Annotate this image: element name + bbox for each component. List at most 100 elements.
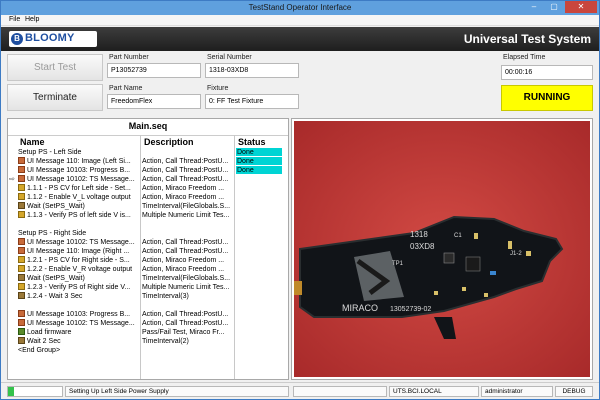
step-name-text: UI Message 10102: TS Message... (27, 176, 135, 183)
step-icon (18, 256, 25, 263)
step-icon (18, 184, 25, 191)
sequence-step-row[interactable]: UI Message 110: Image (Left Si... Action,… (8, 157, 288, 166)
logo-text: BLOOMY (25, 32, 75, 44)
step-name: Setup PS - Left Side (18, 148, 140, 157)
sequence-step-row[interactable]: Wait (SetPS_Wait) TimeInterval(FileGlobal… (8, 202, 288, 211)
sequence-title: Main.seq (128, 121, 168, 131)
sequence-step-row[interactable]: 1.2.1 - PS CV for Right side - S... Actio… (8, 256, 288, 265)
system-title: Universal Test System (463, 32, 591, 46)
serial-number-field[interactable]: 1318-03XD8 (205, 63, 299, 78)
start-test-button[interactable]: Start Test (7, 54, 103, 81)
sequence-step-row[interactable]: ⇨ UI Message 10102: TS Message... Action, … (8, 175, 288, 184)
sequence-step-row[interactable]: 1.2.3 - Verify PS of Right side V... Mult… (8, 283, 288, 292)
step-status (236, 346, 282, 354)
step-name-text: UI Message 10103: Progress B... (27, 167, 131, 174)
sequence-step-row[interactable]: Wait 2 Sec TimeInterval(2) (8, 337, 288, 346)
step-name-text: UI Message 10102: TS Message... (27, 239, 135, 246)
minimize-button[interactable]: – (525, 1, 543, 13)
step-description: Multiple Numeric Limit Tes... (142, 284, 230, 291)
sequence-step-row[interactable]: 1.1.2 - Enable V_L voltage output Action,… (8, 193, 288, 202)
sequence-step-row[interactable]: UI Message 10103: Progress B... Action, C… (8, 310, 288, 319)
step-status (236, 328, 282, 336)
status-bar: Setting Up Left Side Power Supply UTS.BC… (1, 382, 599, 399)
step-description: Action, Call Thread:PostU... (142, 320, 229, 327)
sequence-step-row[interactable] (8, 301, 288, 310)
step-name-text: Wait (SetPS_Wait) (27, 275, 85, 282)
control-panel: Start Test Terminate Part Number P130527… (1, 51, 599, 117)
step-description: TimeInterval(3) (142, 293, 189, 300)
sequence-step-row[interactable]: UI Message 110: Image (Right ... Action, … (8, 247, 288, 256)
terminate-button[interactable]: Terminate (7, 84, 103, 111)
app-window: TestStand Operator Interface – ▢ ✕ File … (0, 0, 600, 400)
sequence-step-row[interactable]: Wait (SetPS_Wait) TimeInterval(FileGlobal… (8, 274, 288, 283)
step-icon (18, 283, 25, 290)
column-name-header[interactable]: Name (20, 137, 45, 147)
step-name: 1.2.3 - Verify PS of Right side V... (18, 283, 140, 292)
column-status-header[interactable]: Status (238, 137, 266, 147)
sequence-step-row[interactable]: 1.1.3 - Verify PS of left side V is... Mu… (8, 211, 288, 220)
close-button[interactable]: ✕ (565, 1, 597, 13)
step-status: Done (236, 157, 282, 165)
step-status (236, 175, 282, 183)
sequence-header: Name Description Status (8, 135, 288, 147)
run-status-indicator: RUNNING (501, 85, 593, 111)
step-status (236, 220, 282, 228)
step-name: 1.2.1 - PS CV for Right side - S... (18, 256, 140, 265)
step-name-text: Setup PS - Left Side (18, 149, 82, 156)
step-name-text: Setup PS - Right Side (18, 230, 87, 237)
sequence-step-row[interactable]: 1.2.4 - Wait 3 Sec TimeInterval(3) (8, 292, 288, 301)
title-bar: TestStand Operator Interface – ▢ ✕ (1, 1, 599, 15)
sequence-step-row[interactable]: Setup PS - Right Side (8, 229, 288, 238)
sequence-step-row[interactable]: UI Message 10102: TS Message... Action, C… (8, 319, 288, 328)
fixture-field[interactable]: 0: FF Test Fixture (205, 94, 299, 109)
elapsed-time-label: Elapsed Time (503, 54, 546, 61)
message-icon (18, 238, 25, 245)
part-name-field[interactable]: FreedomFlex (107, 94, 201, 109)
step-name: UI Message 10103: Progress B... (18, 166, 140, 175)
logo-mark-icon: B (11, 33, 23, 45)
progress-fill (8, 387, 15, 396)
sequence-step-row[interactable]: UI Message 10103: Progress B... Action, C… (8, 166, 288, 175)
column-description-header[interactable]: Description (144, 137, 194, 147)
serial-number-label: Serial Number (207, 54, 252, 61)
sequence-step-row[interactable]: 1.1.1 - PS CV for Left side - Set... Acti… (8, 184, 288, 193)
step-name: Wait 2 Sec (18, 337, 140, 346)
sequence-step-row[interactable]: <End Group> (8, 346, 288, 355)
step-status (236, 211, 282, 219)
sequence-step-row[interactable] (8, 220, 288, 229)
step-description: TimeInterval(2) (142, 338, 189, 345)
step-description: Action, Miraco Freedom ... (142, 185, 225, 192)
step-name: Wait (SetPS_Wait) (18, 202, 140, 211)
step-name: 1.1.3 - Verify PS of left side V is... (18, 211, 140, 220)
step-description: Multiple Numeric Limit Tes... (142, 212, 230, 219)
sequence-step-row[interactable]: 1.2.2 - Enable V_R voltage output Action,… (8, 265, 288, 274)
step-name: Wait (SetPS_Wait) (18, 274, 140, 283)
sequence-step-row[interactable]: Setup PS - Left Side Done (8, 148, 288, 157)
status-mode: DEBUG (555, 386, 593, 397)
step-description: Action, Miraco Freedom ... (142, 257, 225, 264)
step-name-text: 1.2.4 - Wait 3 Sec (27, 293, 83, 300)
menu-help[interactable]: Help (25, 16, 39, 23)
step-status (236, 247, 282, 255)
menu-file[interactable]: File (9, 16, 20, 23)
current-step-arrow-icon: ⇨ (9, 176, 15, 183)
progress-bar (7, 386, 63, 397)
step-name-text: Load firmware (27, 329, 72, 336)
sequence-step-row[interactable]: UI Message 10102: TS Message... Action, C… (8, 238, 288, 247)
step-icon (18, 193, 25, 200)
fixture-label: Fixture (207, 85, 229, 92)
image-panel: 1318 03XD8 MIRACO 13052739-02 C1 TP1 J1-… (291, 118, 593, 380)
sequence-step-row[interactable]: Load firmware Pass/Fail Test, Miraco Fr..… (8, 328, 288, 337)
maximize-button[interactable]: ▢ (545, 1, 563, 13)
step-name: UI Message 10103: Progress B... (18, 310, 140, 319)
step-description: Action, Miraco Freedom ... (142, 194, 225, 201)
part-number-field[interactable]: P13052739 (107, 63, 201, 78)
message-icon (18, 247, 25, 254)
step-name: <End Group> (18, 346, 140, 355)
step-name: 1.2.4 - Wait 3 Sec (18, 292, 140, 301)
step-status (236, 256, 282, 264)
step-name: UI Message 10102: TS Message... (18, 319, 140, 328)
step-name-text: UI Message 110: Image (Left Si... (27, 158, 131, 165)
wait-icon (18, 274, 25, 281)
step-name-text: Wait (SetPS_Wait) (27, 203, 85, 210)
